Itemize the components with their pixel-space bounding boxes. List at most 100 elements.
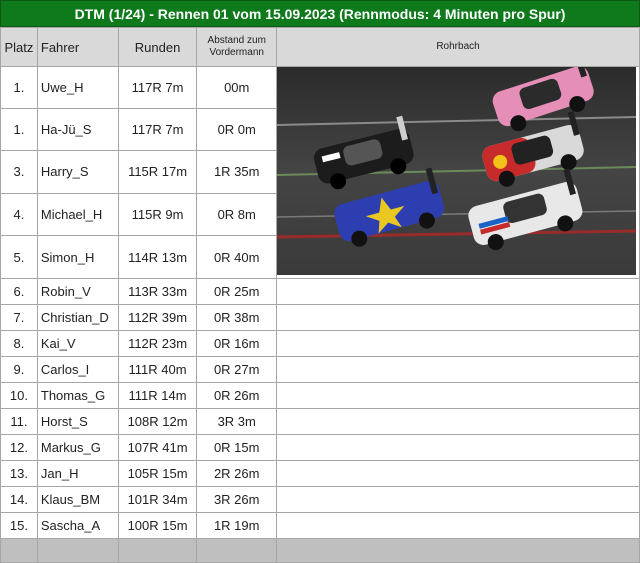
cell-driver: Michael_H	[36, 192, 119, 237]
cell-laps: 115R 17m	[117, 150, 198, 194]
footer-cell	[36, 538, 119, 563]
cell-place: 12.	[0, 434, 38, 461]
cell-place: 5.	[0, 235, 38, 279]
empty-cell	[276, 512, 640, 539]
cell-gap: 0R 26m	[196, 382, 278, 409]
cell-gap: 3R 3m	[196, 408, 278, 435]
cell-gap: 0R 8m	[196, 192, 278, 237]
cell-gap: 2R 26m	[196, 460, 278, 487]
header-laps: Runden	[117, 27, 198, 67]
cell-gap: 0R 16m	[196, 330, 278, 357]
cell-laps: 107R 41m	[117, 434, 198, 461]
header-track: Rohrbach	[276, 27, 640, 67]
footer-row	[0, 538, 640, 563]
cell-driver: Jan_H	[36, 460, 119, 487]
table-row: 7. Christian_D 112R 39m 0R 38m	[0, 304, 640, 331]
footer-cell	[0, 538, 38, 563]
cell-gap: 3R 26m	[196, 486, 278, 513]
table-row: 15. Sascha_A 100R 15m 1R 19m	[0, 512, 640, 539]
cell-driver: Simon_H	[36, 235, 119, 279]
table-row: 9. Carlos_I 111R 40m 0R 27m	[0, 356, 640, 383]
table-row: 10. Thomas_G 111R 14m 0R 26m	[0, 382, 640, 409]
cell-place: 8.	[0, 330, 38, 357]
results-table: Platz Fahrer Runden Abstand zum Vorderma…	[0, 27, 640, 563]
cell-gap: 00m	[196, 66, 278, 109]
cell-laps: 111R 40m	[117, 356, 198, 383]
cell-gap: 0R 40m	[196, 235, 278, 279]
cell-gap: 0R 27m	[196, 356, 278, 383]
empty-cell	[276, 408, 640, 435]
cell-driver: Markus_G	[36, 434, 119, 461]
empty-cell	[276, 330, 640, 357]
cell-laps: 113R 33m	[117, 278, 198, 305]
race-title: DTM (1/24) - Rennen 01 vom 15.09.2023 (R…	[0, 0, 640, 27]
footer-cell	[276, 538, 640, 563]
table-row: 8. Kai_V 112R 23m 0R 16m	[0, 330, 640, 357]
cell-driver: Ha-Jü_S	[36, 107, 119, 152]
cell-driver: Christian_D	[36, 304, 119, 331]
header-gap: Abstand zum Vordermann	[196, 27, 278, 67]
cell-driver: Klaus_BM	[36, 486, 119, 513]
table-row: 14. Klaus_BM 101R 34m 3R 26m	[0, 486, 640, 513]
table-row: 13. Jan_H 105R 15m 2R 26m	[0, 460, 640, 487]
cell-laps: 112R 23m	[117, 330, 198, 357]
cell-laps: 114R 13m	[117, 235, 198, 279]
cell-gap: 1R 19m	[196, 512, 278, 539]
cell-laps: 101R 34m	[117, 486, 198, 513]
cell-driver: Carlos_I	[36, 356, 119, 383]
cell-laps: 117R 7m	[117, 107, 198, 152]
header-driver: Fahrer	[36, 27, 119, 67]
empty-cell	[276, 304, 640, 331]
cell-driver: Horst_S	[36, 408, 119, 435]
footer-cell	[196, 538, 278, 563]
cell-driver: Thomas_G	[36, 382, 119, 409]
table-row: 12. Markus_G 107R 41m 0R 15m	[0, 434, 640, 461]
table-row: 6. Robin_V 113R 33m 0R 25m	[0, 278, 640, 305]
cell-place: 10.	[0, 382, 38, 409]
cell-laps: 111R 14m	[117, 382, 198, 409]
empty-cell	[276, 434, 640, 461]
cell-place: 3.	[0, 150, 38, 194]
cell-gap: 0R 25m	[196, 278, 278, 305]
cell-laps: 100R 15m	[117, 512, 198, 539]
cell-gap: 0R 0m	[196, 107, 278, 152]
cell-place: 14.	[0, 486, 38, 513]
header-place: Platz	[0, 27, 38, 67]
cell-place: 1.	[0, 66, 38, 109]
header-gap-line1: Abstand zum	[207, 35, 266, 46]
empty-cell	[276, 278, 640, 305]
cell-gap: 0R 38m	[196, 304, 278, 331]
cell-gap: 1R 35m	[196, 150, 278, 194]
cell-driver: Kai_V	[36, 330, 119, 357]
cell-gap: 0R 15m	[196, 434, 278, 461]
header-gap-line2: Vordermann	[209, 47, 264, 58]
empty-cell	[276, 356, 640, 383]
footer-cell	[117, 538, 198, 563]
cell-driver: Harry_S	[36, 150, 119, 194]
cell-laps: 108R 12m	[117, 408, 198, 435]
empty-cell	[276, 460, 640, 487]
empty-cell	[276, 486, 640, 513]
cell-laps: 115R 9m	[117, 192, 198, 237]
cell-laps: 105R 15m	[117, 460, 198, 487]
table-row: 1. Uwe_H 117R 7m 00m	[0, 66, 640, 279]
cell-place: 11.	[0, 408, 38, 435]
header-row: Platz Fahrer Runden Abstand zum Vorderma…	[0, 27, 640, 67]
empty-cell	[276, 382, 640, 409]
cell-place: 1.	[0, 107, 38, 152]
track-photo-cell	[276, 66, 640, 279]
cell-place: 7.	[0, 304, 38, 331]
cell-driver: Uwe_H	[36, 66, 119, 109]
results-sheet: DTM (1/24) - Rennen 01 vom 15.09.2023 (R…	[0, 0, 640, 563]
cell-place: 4.	[0, 192, 38, 237]
cell-laps: 117R 7m	[117, 66, 198, 109]
cell-driver: Robin_V	[36, 278, 119, 305]
cell-place: 9.	[0, 356, 38, 383]
cell-driver: Sascha_A	[36, 512, 119, 539]
cell-laps: 112R 39m	[117, 304, 198, 331]
cell-place: 15.	[0, 512, 38, 539]
table-row: 11. Horst_S 108R 12m 3R 3m	[0, 408, 640, 435]
cell-place: 13.	[0, 460, 38, 487]
cell-place: 6.	[0, 278, 38, 305]
race-cars-photo	[277, 67, 637, 275]
